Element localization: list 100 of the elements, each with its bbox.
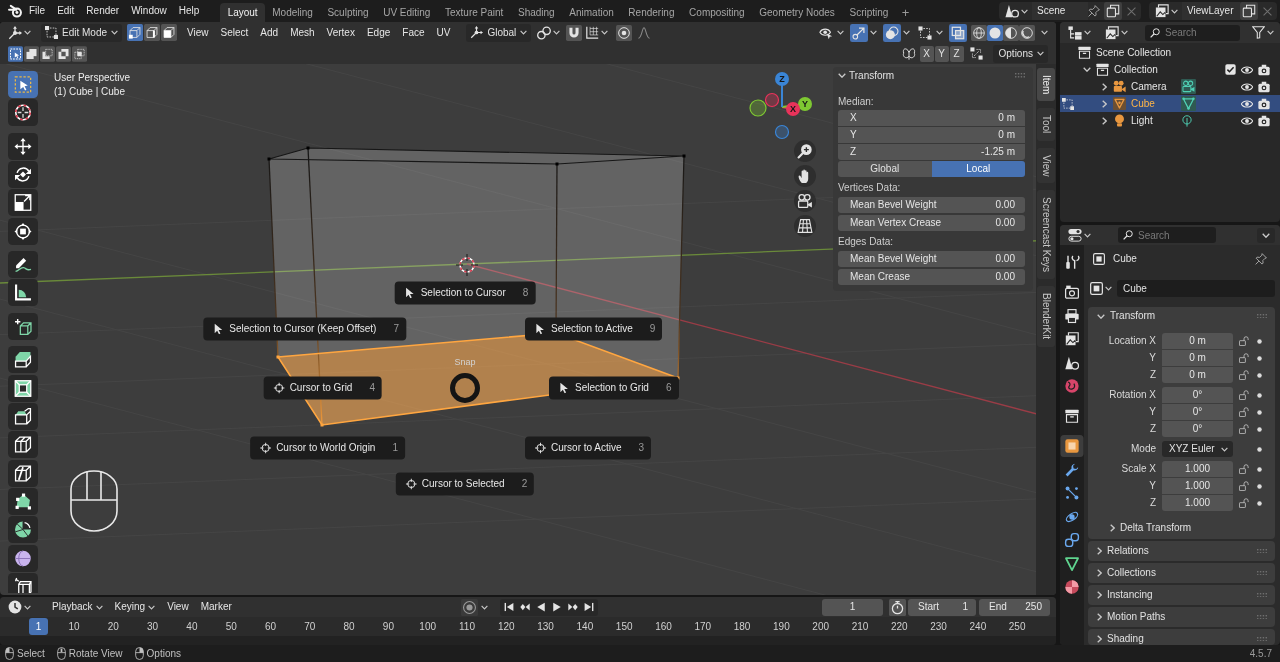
drag-handle-icon[interactable] bbox=[1257, 636, 1267, 642]
chevron-right-icon[interactable] bbox=[1101, 116, 1107, 125]
cone-sphere-icon[interactable] bbox=[1005, 4, 1019, 18]
mirror-axis-toggle[interactable]: Z bbox=[949, 45, 964, 62]
caret-icon[interactable] bbox=[903, 30, 910, 35]
pie-menu-item[interactable]: Selection to Grid 6 bbox=[549, 376, 679, 399]
transform-icon[interactable] bbox=[8, 217, 38, 245]
caret-icon[interactable] bbox=[1105, 286, 1112, 291]
panel-title[interactable]: Motion Paths bbox=[1107, 611, 1166, 623]
view-layer-field[interactable]: ViewLayer bbox=[1182, 2, 1240, 20]
space-toggle[interactable]: Local bbox=[931, 161, 1025, 177]
end-frame-field[interactable]: End 250 bbox=[979, 598, 1050, 616]
hand-icon[interactable] bbox=[794, 165, 816, 187]
ruler-angle-icon[interactable] bbox=[8, 279, 38, 307]
caret-icon[interactable] bbox=[481, 604, 489, 610]
number-field[interactable]: 0 m bbox=[1162, 350, 1233, 366]
menu-item[interactable]: Add bbox=[254, 22, 285, 43]
bulb-icon[interactable] bbox=[1113, 114, 1126, 127]
overlapping-circles-icon[interactable] bbox=[883, 23, 901, 42]
number-field[interactable]: 1.000 bbox=[1162, 461, 1233, 477]
pie-menu-item[interactable]: Selection to Cursor 8 bbox=[394, 281, 536, 304]
spin-wedges-icon[interactable] bbox=[8, 516, 38, 544]
box-icon[interactable] bbox=[1096, 63, 1109, 76]
number-field[interactable]: Y 0 m bbox=[838, 127, 1025, 143]
camera-icon[interactable] bbox=[1258, 97, 1270, 110]
number-field[interactable]: 0° bbox=[1162, 387, 1233, 403]
menu-item[interactable]: Select bbox=[214, 22, 255, 43]
chevron-down-icon[interactable] bbox=[1083, 67, 1091, 72]
merge-squares-icon[interactable] bbox=[969, 47, 983, 60]
chevron-down-icon[interactable] bbox=[838, 73, 846, 78]
menu-item[interactable]: View bbox=[181, 22, 215, 43]
tree-item-label[interactable]: Camera bbox=[1131, 80, 1176, 93]
pie-menu-item[interactable]: Selection to Cursor (Keep Offset) 7 bbox=[203, 317, 406, 340]
box-icon[interactable] bbox=[1078, 46, 1091, 59]
vertices-square-icon[interactable] bbox=[1062, 97, 1074, 110]
object-square-icon[interactable] bbox=[1060, 435, 1084, 457]
menu-item[interactable]: Face bbox=[396, 22, 431, 43]
number-field[interactable]: Mean Vertex Crease 0.00 bbox=[838, 215, 1025, 231]
pie-menu-item[interactable]: Cursor to Grid 4 bbox=[263, 376, 382, 399]
cube-edge-icon[interactable] bbox=[144, 24, 161, 41]
open-padlock-icon[interactable] bbox=[1239, 353, 1249, 363]
workspace-tab[interactable]: Scripting bbox=[842, 3, 896, 22]
caret-icon[interactable] bbox=[870, 30, 877, 35]
name-field[interactable]: Cube bbox=[1117, 280, 1275, 297]
play-reverse-icon[interactable] bbox=[536, 602, 547, 612]
search-field[interactable]: Search bbox=[1118, 227, 1216, 243]
tree-list-icon[interactable] bbox=[1068, 25, 1082, 40]
perspective-grid-icon[interactable] bbox=[794, 215, 816, 237]
dot-icon[interactable] bbox=[1257, 500, 1262, 506]
open-padlock-icon[interactable] bbox=[1239, 481, 1249, 491]
menu-item[interactable]: UV bbox=[430, 22, 457, 43]
sidebar-tab[interactable]: BlenderKit bbox=[1037, 286, 1055, 347]
eye-icon[interactable] bbox=[1241, 63, 1253, 76]
camera-icon[interactable] bbox=[1258, 63, 1270, 76]
panel-title[interactable]: Shading bbox=[1107, 633, 1144, 645]
mode-dropdown[interactable]: Edit Mode bbox=[41, 23, 123, 42]
mirror-axis-toggle[interactable]: X bbox=[919, 45, 934, 62]
camera-icon[interactable] bbox=[1258, 114, 1270, 127]
bulb-outline-icon[interactable] bbox=[1181, 114, 1193, 127]
sidebar-tab[interactable]: View bbox=[1037, 147, 1055, 184]
number-field[interactable]: 0° bbox=[1162, 404, 1233, 420]
axis-ball[interactable]: X bbox=[786, 102, 800, 116]
workspace-tab[interactable]: Animation bbox=[562, 3, 622, 22]
bevel-cube-icon[interactable] bbox=[8, 403, 38, 431]
wireframe-sphere-icon[interactable] bbox=[971, 24, 987, 41]
vertices-square-icon[interactable] bbox=[916, 23, 934, 42]
number-field[interactable]: 0° bbox=[1162, 421, 1233, 437]
mirror-axis-toggle[interactable]: Y bbox=[934, 45, 949, 62]
number-field[interactable]: 1.000 bbox=[1162, 478, 1233, 494]
app-logo-icon[interactable] bbox=[8, 4, 22, 18]
film-camera-outline-icon[interactable] bbox=[794, 190, 816, 212]
drag-handle-icon[interactable] bbox=[1257, 313, 1267, 319]
menu-item[interactable]: Vertex bbox=[320, 22, 361, 43]
dropdown-caret-icon[interactable] bbox=[1257, 227, 1275, 243]
orientation-dropdown[interactable]: Global bbox=[466, 23, 532, 42]
chevron-right-icon[interactable] bbox=[1097, 591, 1102, 599]
panel-title[interactable]: Transform bbox=[849, 69, 895, 82]
cube-slash-icon[interactable] bbox=[8, 459, 38, 487]
dot-icon[interactable] bbox=[1257, 372, 1262, 378]
rotate-arrows-icon[interactable] bbox=[8, 161, 38, 189]
number-field[interactable]: 0 m bbox=[1162, 333, 1233, 349]
menu-item[interactable]: Marker bbox=[194, 597, 238, 617]
axes-icon[interactable] bbox=[8, 25, 22, 40]
eye-icon[interactable] bbox=[1241, 97, 1253, 110]
circle-dot-icon[interactable] bbox=[616, 24, 633, 41]
open-padlock-icon[interactable] bbox=[1239, 370, 1249, 380]
menu-item[interactable]: Playback bbox=[46, 597, 109, 617]
scene-field[interactable]: Scene bbox=[1032, 2, 1088, 20]
workspace-tab[interactable]: Compositing bbox=[681, 3, 752, 22]
chevron-right-icon[interactable] bbox=[1101, 82, 1107, 91]
clock-icon[interactable] bbox=[8, 600, 22, 614]
invert-squares-icon[interactable] bbox=[56, 45, 71, 62]
sidebar-tab[interactable]: Screencast Keys bbox=[1037, 190, 1055, 280]
overlapping-squares-icon[interactable] bbox=[949, 23, 967, 42]
sidebar-tab[interactable]: Item bbox=[1037, 68, 1055, 102]
copy-icon[interactable] bbox=[1240, 2, 1258, 20]
pie-menu-item[interactable]: Cursor to Selected 2 bbox=[395, 472, 535, 495]
pie-menu-item[interactable]: Selection to Active 9 bbox=[525, 317, 663, 340]
options-dropdown[interactable]: Options bbox=[992, 44, 1048, 63]
eye-icon[interactable] bbox=[1241, 80, 1253, 93]
